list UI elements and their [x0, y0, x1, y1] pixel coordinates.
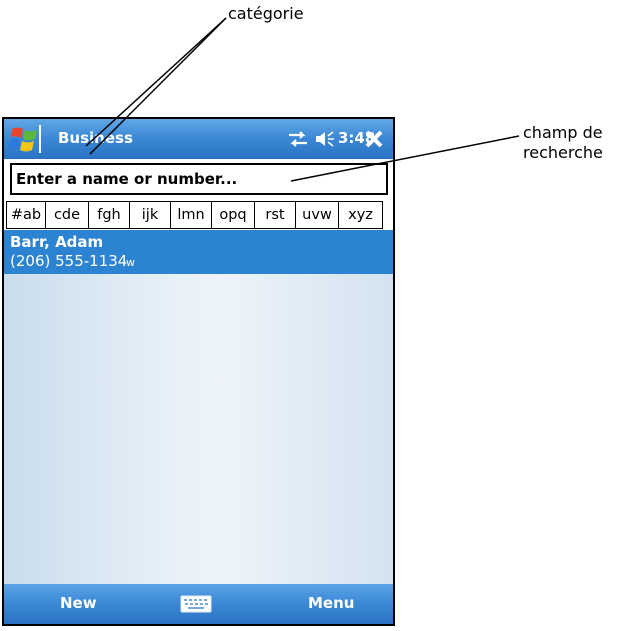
- figure: catégorie champ de recherche Business 3:…: [0, 0, 624, 631]
- callout-leader-lines: [85, 17, 520, 182]
